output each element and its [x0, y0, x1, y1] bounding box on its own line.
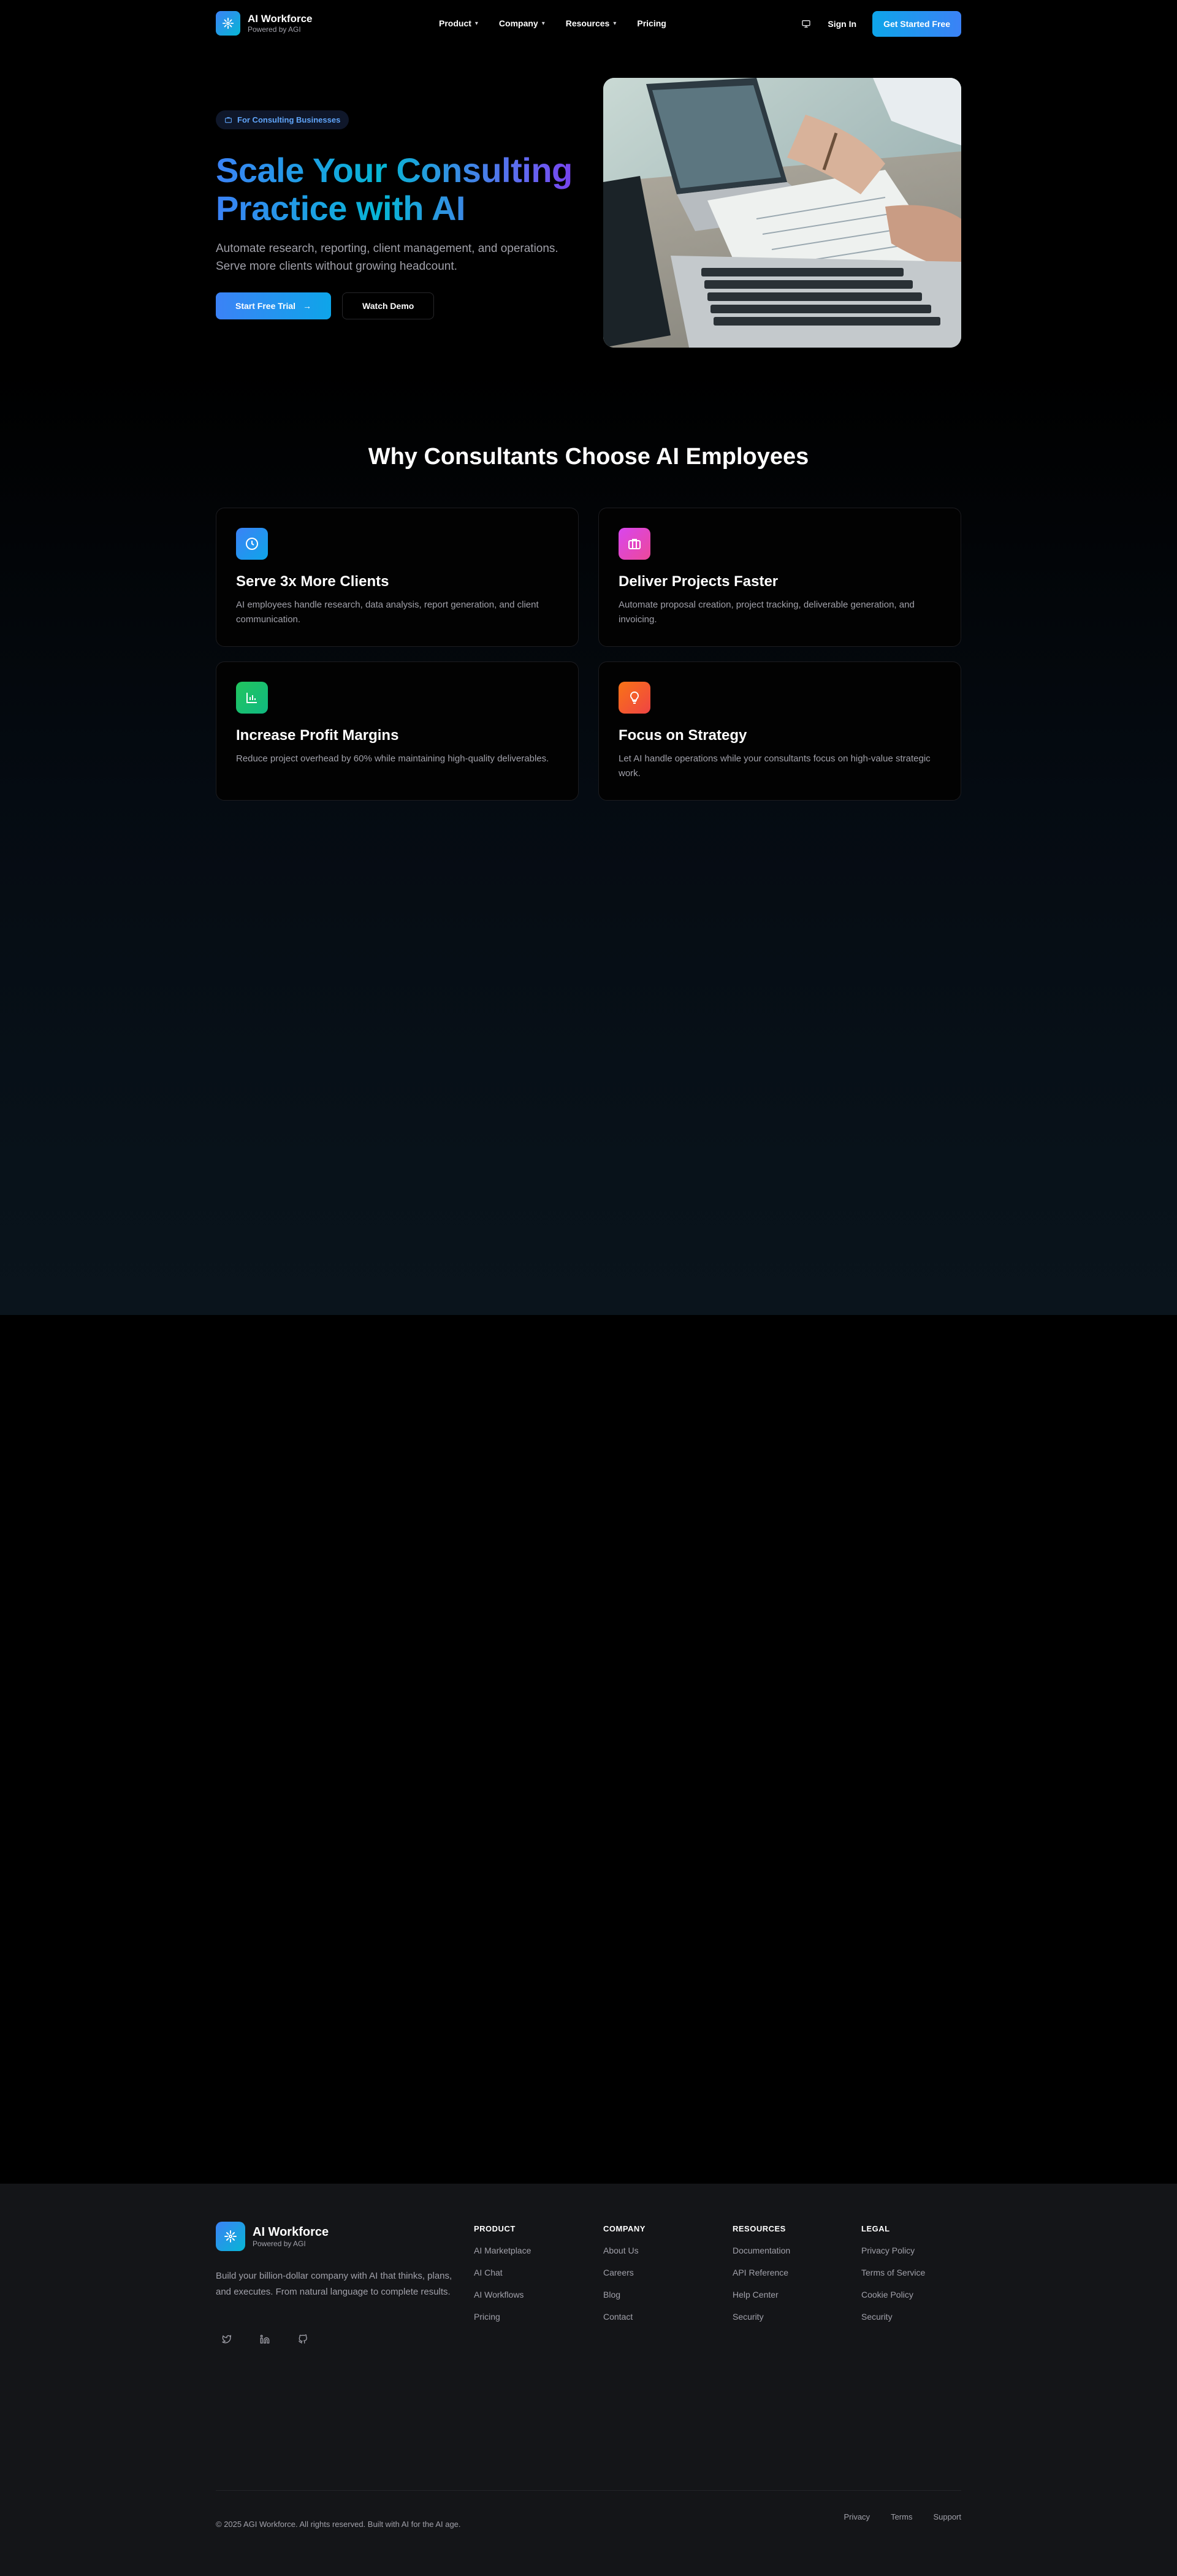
footer-link[interactable]: Privacy Policy: [861, 2246, 925, 2255]
nav-item-resources[interactable]: Resources ▾: [566, 18, 617, 28]
nav-actions: Sign In Get Started Free: [801, 11, 961, 37]
why-section-background: [0, 368, 1177, 1315]
footer-column-title: COMPANY: [603, 2224, 646, 2233]
footer-link[interactable]: About Us: [603, 2246, 646, 2255]
footer-column-legal: LEGAL Privacy Policy Terms of Service Co…: [861, 2224, 925, 2334]
footer-brand-tagline: Powered by AGI: [253, 2239, 306, 2248]
feature-card-title: Serve 3x More Clients: [236, 573, 389, 590]
footer-column-title: RESOURCES: [733, 2224, 786, 2233]
support-link[interactable]: Support: [933, 2512, 961, 2521]
briefcase-icon: [225, 117, 232, 123]
feature-card-description: AI employees handle research, data analy…: [236, 600, 539, 625]
brand-logo[interactable]: AI Workforce Powered by AGI: [216, 11, 313, 36]
footer-link[interactable]: Cookie Policy: [861, 2290, 925, 2300]
start-free-trial-label: Start Free Trial: [235, 301, 296, 311]
copyright-text: © 2025 AGI Workforce. All rights reserve…: [216, 2520, 461, 2529]
site-footer: AI Workforce Powered by AGI Build your b…: [0, 2184, 1177, 2576]
chevron-down-icon: ▾: [474, 20, 478, 27]
watch-demo-button[interactable]: Watch Demo: [342, 292, 435, 319]
hero-badge-label: For Consulting Businesses: [237, 115, 341, 124]
footer-link[interactable]: AI Workflows: [474, 2290, 531, 2300]
feature-card-title: Increase Profit Margins: [236, 727, 399, 744]
hero-actions: Start Free Trial → Watch Demo: [216, 292, 584, 319]
sign-in-link[interactable]: Sign In: [828, 19, 856, 29]
footer-link[interactable]: API Reference: [733, 2268, 790, 2277]
brand-tagline: Powered by AGI: [248, 25, 301, 34]
twitter-icon[interactable]: [216, 2328, 238, 2350]
hero-section: For Consulting Businesses Scale Your Con…: [216, 110, 584, 319]
feature-card: Focus on Strategy Let AI handle operatio…: [598, 661, 961, 801]
nav-item-label: Resources: [565, 18, 610, 28]
clock-icon: [236, 528, 268, 560]
footer-brand-name: AI Workforce: [253, 2225, 329, 2239]
bar-chart-icon: [236, 682, 268, 714]
monitor-icon[interactable]: [801, 18, 812, 29]
footer-link[interactable]: Help Center: [733, 2290, 790, 2300]
footer-link[interactable]: Documentation: [733, 2246, 790, 2255]
hero-image-laptop-workspace: [603, 78, 961, 348]
footer-description: Build your billion-dollar company with A…: [216, 2271, 452, 2297]
feature-card-title: Focus on Strategy: [619, 727, 747, 744]
feature-card: Deliver Projects Faster Automate proposa…: [598, 508, 961, 647]
feature-card-description: Reduce project overhead by 60% while mai…: [236, 753, 549, 764]
nav-item-label: Pricing: [637, 18, 666, 28]
briefcase-icon: [619, 528, 650, 560]
main-menu: Product ▾ Company ▾ Resources ▾ Pricing: [439, 18, 666, 28]
nav-item-label: Company: [498, 18, 538, 28]
footer-column-product: PRODUCT AI Marketplace AI Chat AI Workfl…: [474, 2224, 531, 2334]
chevron-down-icon: ▾: [613, 20, 617, 27]
lightbulb-icon: [619, 682, 650, 714]
sparkle-icon: [216, 11, 240, 36]
footer-link[interactable]: Careers: [603, 2268, 646, 2277]
hero-title: Scale Your Consulting Practice with AI: [216, 151, 584, 227]
linkedin-icon[interactable]: [254, 2328, 276, 2350]
sparkle-icon: [216, 2222, 245, 2251]
chevron-down-icon: ▾: [541, 20, 545, 27]
feature-card-description: Let AI handle operations while your cons…: [619, 753, 931, 779]
terms-link[interactable]: Terms: [891, 2512, 912, 2521]
footer-bottom-links: Privacy Terms Support: [844, 2512, 961, 2521]
footer-link[interactable]: Pricing: [474, 2312, 531, 2322]
footer-link[interactable]: Terms of Service: [861, 2268, 925, 2277]
footer-link[interactable]: Security: [733, 2312, 790, 2322]
top-navigation: AI Workforce Powered by AGI Product ▾ Co…: [0, 0, 1177, 49]
footer-column-resources: RESOURCES Documentation API Reference He…: [733, 2224, 790, 2334]
why-section-title: Why Consultants Choose AI Employees: [368, 444, 809, 470]
hero-badge: For Consulting Businesses: [216, 110, 349, 129]
footer-link[interactable]: Security: [861, 2312, 925, 2322]
footer-brand[interactable]: AI Workforce Powered by AGI: [216, 2222, 329, 2251]
nav-item-label: Product: [439, 18, 471, 28]
footer-column-title: PRODUCT: [474, 2224, 516, 2233]
footer-column-company: COMPANY About Us Careers Blog Contact: [603, 2224, 646, 2334]
nav-item-company[interactable]: Company ▾: [499, 18, 545, 28]
footer-column-title: LEGAL: [861, 2224, 890, 2233]
feature-card-title: Deliver Projects Faster: [619, 573, 779, 590]
github-icon[interactable]: [292, 2328, 314, 2350]
social-links: [216, 2328, 314, 2350]
privacy-link[interactable]: Privacy: [844, 2512, 870, 2521]
feature-card: Serve 3x More Clients AI employees handl…: [216, 508, 579, 647]
footer-link[interactable]: AI Chat: [474, 2268, 531, 2277]
arrow-right-icon: →: [303, 301, 312, 311]
footer-divider: [216, 2490, 961, 2491]
nav-item-pricing[interactable]: Pricing: [637, 18, 666, 28]
footer-link[interactable]: Contact: [603, 2312, 646, 2322]
footer-link[interactable]: Blog: [603, 2290, 646, 2300]
feature-card-description: Automate proposal creation, project trac…: [619, 600, 915, 625]
footer-link[interactable]: AI Marketplace: [474, 2246, 531, 2255]
start-free-trial-button[interactable]: Start Free Trial →: [216, 292, 332, 319]
feature-card: Increase Profit Margins Reduce project o…: [216, 661, 579, 801]
get-started-button[interactable]: Get Started Free: [872, 11, 961, 37]
brand-name: AI Workforce: [248, 13, 313, 25]
hero-description: Automate research, reporting, client man…: [216, 242, 558, 273]
nav-item-product[interactable]: Product ▾: [439, 18, 478, 28]
